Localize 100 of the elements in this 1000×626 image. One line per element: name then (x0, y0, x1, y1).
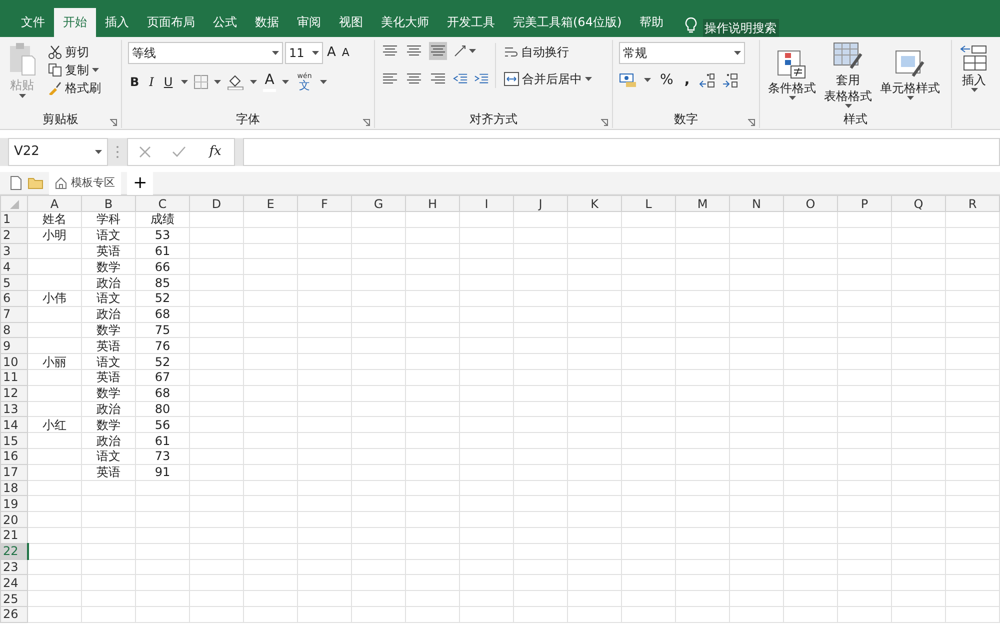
row-header[interactable]: 4 (0, 258, 28, 275)
dialog-launcher-icon[interactable] (748, 119, 755, 126)
dialog-launcher-icon[interactable] (363, 119, 370, 126)
ribbon-tab[interactable]: 页面布局 (138, 8, 204, 37)
ribbon-tab[interactable]: 插入 (96, 8, 138, 37)
caret-icon[interactable] (734, 51, 741, 55)
italic-button[interactable]: I (147, 72, 156, 90)
caret-icon[interactable] (585, 76, 592, 80)
caret-icon[interactable] (282, 80, 290, 84)
conditional-format-button[interactable]: 条件格式 (766, 50, 818, 100)
row-header[interactable]: 19 (0, 496, 28, 512)
row-header[interactable]: 16 (0, 448, 28, 464)
decrease-indent-icon[interactable] (453, 72, 468, 86)
number-format-field[interactable]: 常规 (619, 42, 745, 64)
caret-icon[interactable] (644, 78, 651, 82)
ribbon-tab[interactable]: 帮助 (630, 8, 673, 37)
name-box[interactable]: V22 (8, 138, 108, 166)
ribbon-tab[interactable]: 开发工具 (438, 8, 504, 37)
column-header[interactable]: F (298, 196, 352, 212)
row-header[interactable]: 11 (0, 369, 28, 386)
column-header[interactable]: G (352, 196, 406, 212)
ribbon-tab[interactable]: 公式 (204, 8, 246, 37)
column-header[interactable]: O (784, 196, 838, 212)
comma-button[interactable]: , (682, 71, 692, 89)
caret-icon[interactable] (788, 96, 796, 100)
template-tab[interactable]: 模板专区 (49, 172, 121, 194)
caret-icon[interactable] (250, 80, 257, 84)
row-header[interactable]: 2 (0, 227, 28, 244)
row-header[interactable]: 25 (0, 590, 28, 606)
caret-icon[interactable] (92, 68, 99, 72)
formula-field[interactable] (243, 138, 1000, 166)
row-header[interactable]: 26 (0, 606, 28, 622)
row-header[interactable]: 21 (0, 527, 28, 544)
column-header[interactable]: A (28, 196, 82, 212)
bold-button[interactable]: B (128, 72, 142, 90)
bottom-align-icon[interactable] (429, 42, 447, 60)
row-header[interactable]: 9 (0, 338, 28, 354)
new-file-icon[interactable] (10, 176, 22, 190)
increase-indent-icon[interactable] (474, 72, 489, 86)
caret-icon[interactable] (272, 51, 279, 55)
decrease-decimal-icon[interactable] (722, 72, 738, 88)
font-name-field[interactable]: 等线 (128, 42, 283, 64)
insert-function-button[interactable]: fx (207, 143, 224, 161)
dialog-launcher-icon[interactable] (110, 119, 117, 126)
shrink-font-button[interactable]: A (340, 44, 352, 62)
caret-icon[interactable] (18, 94, 26, 98)
row-header[interactable]: 13 (0, 401, 28, 417)
search-field[interactable]: 操作说明搜索 (702, 19, 779, 37)
row-header[interactable]: 5 (0, 274, 28, 290)
caret-icon[interactable] (180, 80, 188, 84)
caret-icon[interactable] (312, 51, 319, 55)
column-header[interactable]: H (406, 196, 460, 212)
column-header[interactable]: J (514, 196, 568, 212)
ribbon-tab[interactable]: 美化大师 (372, 8, 438, 37)
row-header[interactable]: 8 (0, 322, 28, 338)
column-header[interactable]: P (838, 196, 892, 212)
increase-decimal-icon[interactable] (698, 72, 715, 88)
row-header[interactable]: 24 (0, 574, 28, 591)
copy-button[interactable]: 复制 (46, 61, 103, 79)
row-header[interactable]: 1 (0, 212, 28, 228)
caret-icon[interactable] (95, 150, 102, 154)
ribbon-tab[interactable]: 视图 (330, 8, 372, 37)
percent-button[interactable]: % (658, 71, 676, 89)
row-header[interactable]: 17 (0, 464, 28, 480)
cut-button[interactable]: 剪切 (46, 43, 103, 61)
check-icon[interactable] (172, 146, 186, 158)
currency-icon[interactable] (619, 72, 637, 88)
row-header[interactable]: 10 (0, 354, 28, 370)
column-header[interactable]: B (82, 196, 136, 212)
font-color-button[interactable]: A (262, 71, 276, 92)
ribbon-tab[interactable]: 审阅 (288, 8, 330, 37)
format-table-button[interactable]: 套用 表格格式 (822, 42, 874, 108)
row-header[interactable]: 20 (0, 512, 28, 528)
row-header[interactable]: 14 (0, 416, 28, 433)
row-header[interactable]: 23 (0, 559, 28, 575)
font-size-field[interactable]: 11 (285, 42, 323, 64)
caret-icon[interactable] (970, 88, 978, 92)
column-header[interactable]: C (136, 196, 190, 212)
column-header[interactable]: K (568, 196, 622, 212)
column-header[interactable]: I (460, 196, 514, 212)
column-header[interactable]: N (730, 196, 784, 212)
wrap-text-button[interactable]: 自动换行 (502, 42, 594, 60)
insert-button[interactable]: 插入 (958, 42, 990, 92)
caret-icon[interactable] (320, 80, 327, 84)
column-header[interactable]: E (244, 196, 298, 212)
column-header[interactable]: M (676, 196, 730, 212)
grow-font-button[interactable]: A (325, 44, 338, 62)
merge-center-button[interactable]: 合并后居中 (502, 70, 594, 88)
fill-bucket-icon[interactable] (226, 74, 244, 90)
row-header[interactable]: 7 (0, 306, 28, 322)
ribbon-tab[interactable]: 数据 (246, 8, 288, 37)
add-tab-button[interactable]: + (127, 172, 154, 194)
row-header[interactable]: 22 (0, 543, 28, 560)
caret-icon[interactable] (844, 104, 852, 108)
ribbon-tab[interactable]: 开始 (54, 8, 96, 37)
column-header[interactable]: L (622, 196, 676, 212)
underline-button[interactable]: U (162, 72, 175, 90)
format-painter-button[interactable]: 格式刷 (46, 79, 103, 97)
column-header[interactable]: R (946, 196, 1000, 212)
row-header[interactable]: 18 (0, 480, 28, 496)
